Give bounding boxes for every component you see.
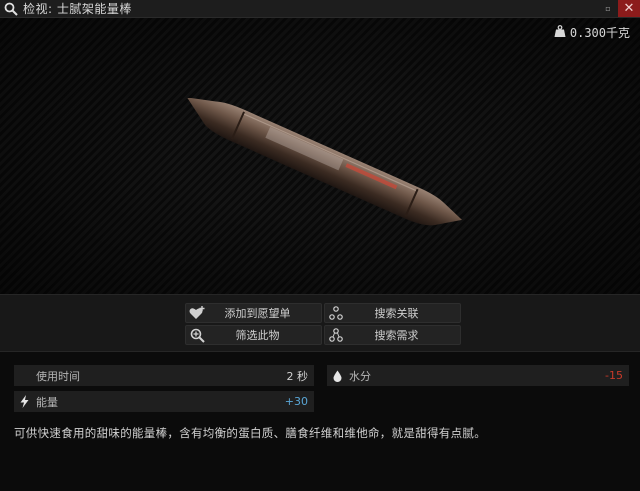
stat-label: 水分 (349, 369, 371, 383)
search-related-button[interactable]: 搜索关联 (324, 303, 461, 323)
search-icon (2, 0, 20, 17)
energy-bar-image (187, 98, 462, 226)
network-icon (325, 304, 347, 322)
filter-item-label: 筛选此物 (235, 329, 280, 342)
stat-value: -15 (605, 369, 623, 382)
filter-item-button[interactable]: 筛选此物 (185, 325, 322, 345)
stat-energy: 能量 +30 (14, 391, 314, 412)
item-description: 可供快速食用的甜味的能量棒，含有均衡的蛋白质、膳食纤维和维他命，就是甜得有点腻。 (14, 426, 486, 440)
network-icon (325, 326, 347, 344)
item-preview[interactable]: 0.300千克 (0, 18, 640, 294)
window-title: 检视: 士腻架能量棒 (23, 2, 132, 16)
title-bar: 检视: 士腻架能量棒 ▫ ✕ (0, 0, 640, 18)
stat-hydration: 水分 -15 (327, 365, 629, 386)
zoom-in-icon (186, 326, 208, 344)
weight-icon (554, 24, 566, 41)
close-button[interactable]: ✕ (618, 0, 640, 17)
add-to-wishlist-button[interactable]: 添加到愿望单 (185, 303, 322, 323)
stat-value: +30 (284, 395, 308, 408)
action-panel: 添加到愿望单 搜索关联 筛选此物 搜索需求 (0, 294, 640, 352)
weight-display: 0.300千克 (554, 24, 630, 41)
search-needs-button[interactable]: 搜索需求 (324, 325, 461, 345)
stat-label: 能量 (36, 395, 58, 409)
search-needs-label: 搜索需求 (374, 329, 419, 342)
stat-use-time: 使用时间 2 秒 (14, 365, 314, 386)
stat-label: 使用时间 (36, 369, 80, 383)
water-drop-icon (327, 370, 347, 382)
heart-plus-icon (186, 304, 208, 322)
lightning-icon (14, 395, 34, 408)
minimize-button[interactable]: ▫ (600, 0, 616, 17)
add-to-wishlist-label: 添加到愿望单 (224, 307, 291, 320)
search-related-label: 搜索关联 (374, 307, 419, 320)
stat-value: 2 秒 (286, 369, 309, 383)
weight-value: 0.300千克 (569, 26, 630, 40)
